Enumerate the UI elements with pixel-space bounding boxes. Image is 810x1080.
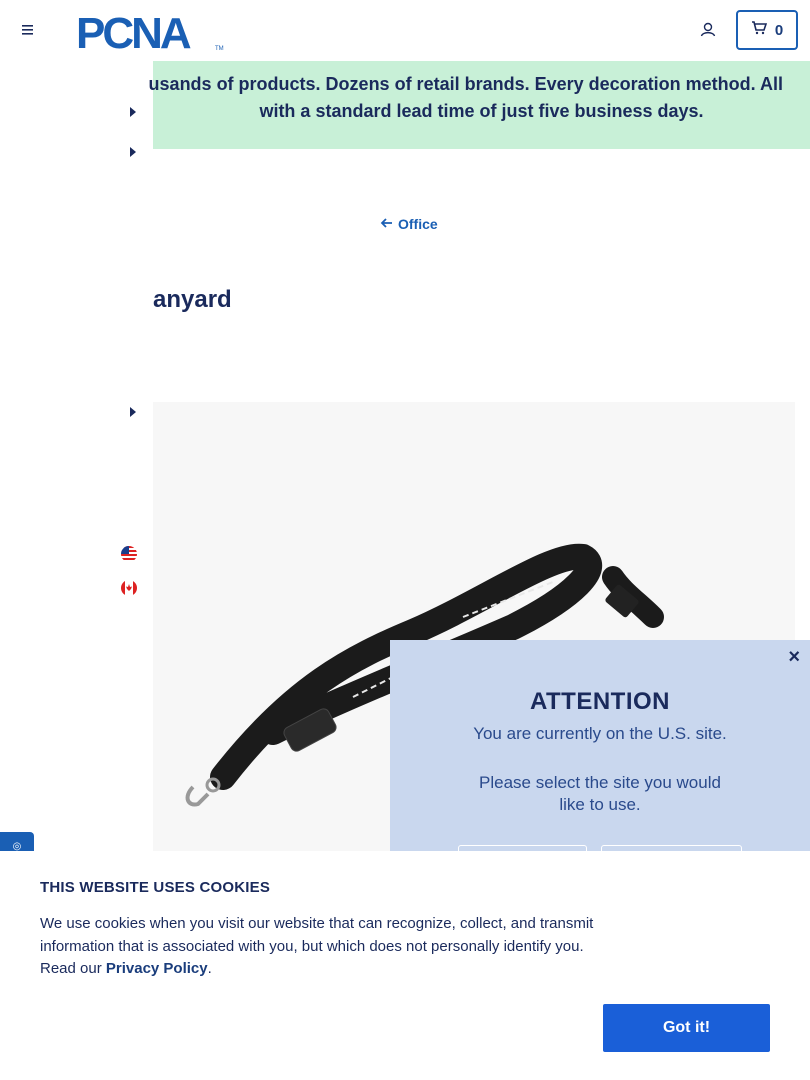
modal-prompt: Please select the site you would like to… <box>479 773 721 814</box>
modal-title: ATTENTION <box>529 688 671 715</box>
caret-right-icon[interactable] <box>130 407 136 417</box>
breadcrumb[interactable]: Office <box>380 216 438 232</box>
cookie-body: We use cookies when you visit our websit… <box>40 915 594 977</box>
canada-flag-icon[interactable] <box>121 580 137 596</box>
pcna-logo[interactable]: PCNA TM <box>76 9 226 58</box>
accept-cookies-button[interactable]: Got it! <box>603 1004 770 1052</box>
promo-banner: usands of products. Dozens of retail bra… <box>149 61 810 149</box>
cookie-title: THIS WEBSITE USES COOKIES <box>40 879 271 896</box>
caret-right-icon[interactable] <box>130 107 136 117</box>
arrow-left-icon <box>380 216 393 232</box>
us-flag-icon[interactable] <box>121 546 137 562</box>
caret-right-icon[interactable] <box>130 147 136 157</box>
breadcrumb-label[interactable]: Office <box>398 216 438 232</box>
hamburger-menu-icon[interactable] <box>18 20 38 40</box>
close-icon[interactable]: × <box>788 646 800 669</box>
svg-text:PCNA: PCNA <box>76 11 191 51</box>
site-select-modal: × ATTENTION You are currently on the U.S… <box>390 640 810 885</box>
cart-count: 0 <box>774 21 784 39</box>
account-icon[interactable] <box>698 20 718 40</box>
site-header: PCNA TM 0 <box>0 0 810 60</box>
svg-text:TM: TM <box>215 46 224 51</box>
privacy-policy-link[interactable]: Privacy Policy <box>106 960 208 977</box>
cookie-banner: THIS WEBSITE USES COOKIES We use cookies… <box>0 851 810 1080</box>
promo-line-2: with a standard lead time of just five b… <box>259 101 704 121</box>
cart-icon <box>751 21 767 39</box>
modal-message: You are currently on the U.S. site. <box>473 724 727 743</box>
product-title: anyard <box>153 286 232 313</box>
promo-line-1: usands of products. Dozens of retail bra… <box>148 74 783 94</box>
cart-button[interactable]: 0 <box>736 10 798 50</box>
